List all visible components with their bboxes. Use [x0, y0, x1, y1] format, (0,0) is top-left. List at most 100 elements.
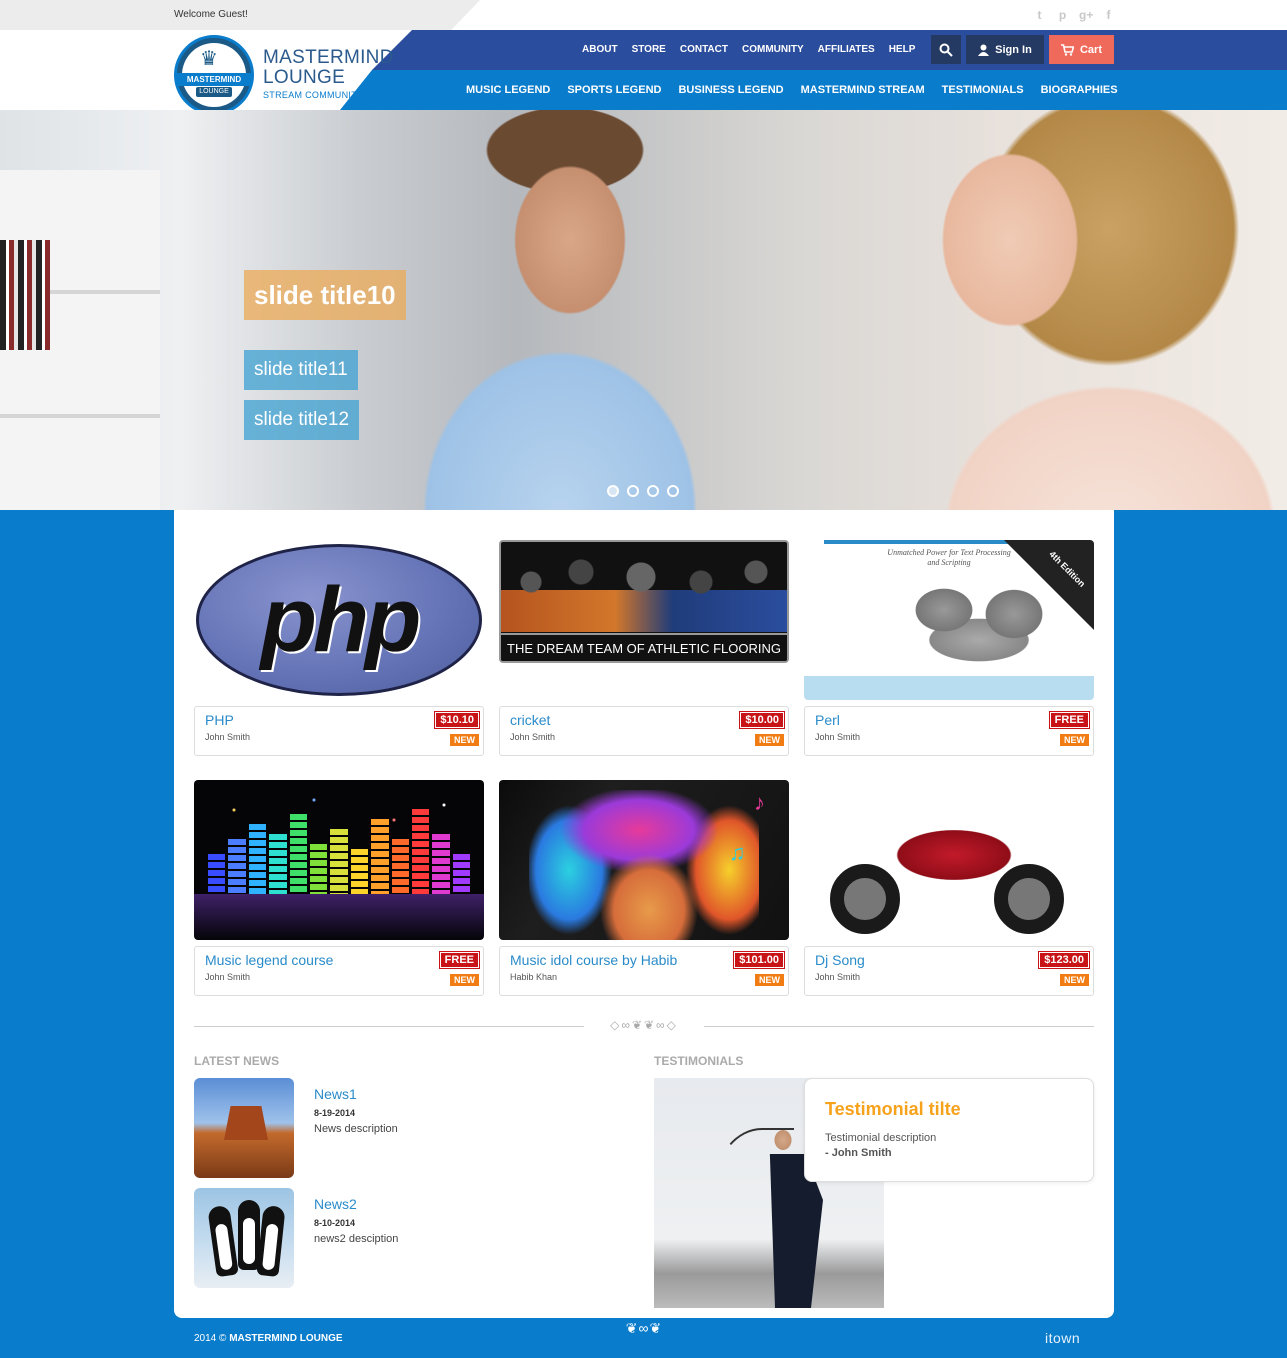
hero-man: [380, 110, 740, 510]
search-button[interactable]: [931, 35, 961, 64]
nav-mastermind-stream[interactable]: MASTERMIND STREAM: [801, 84, 925, 96]
slider-dots: [607, 485, 679, 497]
nav-about[interactable]: ABOUT: [582, 44, 618, 55]
product-author: John Smith: [815, 732, 861, 742]
book-subtitle: Unmatched Power for Text Processing and …: [887, 548, 1011, 567]
nav-community[interactable]: COMMUNITY: [742, 44, 804, 55]
news-date: 8-10-2014: [314, 1218, 356, 1228]
price-badge: $123.00: [1038, 951, 1090, 969]
testimonial-title[interactable]: Testimonial tilte: [825, 1099, 1073, 1120]
twitter-icon[interactable]: t: [1033, 8, 1046, 22]
signin-button[interactable]: Sign In: [966, 35, 1044, 64]
site-logo[interactable]: ♛ MASTERMIND LOUNGE: [174, 35, 254, 115]
athletes: [501, 542, 787, 637]
category-nav: MUSIC LEGEND SPORTS LEGEND BUSINESS LEGE…: [466, 84, 1135, 96]
slider-dot[interactable]: [647, 485, 659, 497]
brand-tagline: STREAM COMMUNITY: [263, 90, 364, 100]
music-note-icon: ♫: [729, 840, 746, 865]
desert-rock: [224, 1106, 268, 1140]
product-author: Habib Khan: [510, 972, 558, 982]
product-card[interactable]: Music legend course John Smith FREE NEW: [194, 780, 484, 996]
product-image[interactable]: Unmatched Power for Text Processing and …: [804, 540, 1094, 700]
product-info: PHP John Smith $10.10 NEW: [194, 706, 484, 756]
camel-illustration: [904, 580, 1054, 680]
slider-dot[interactable]: [667, 485, 679, 497]
news-description: News description: [314, 1123, 398, 1135]
product-card[interactable]: php PHP John Smith $10.10 NEW: [194, 540, 484, 756]
product-author: John Smith: [205, 732, 251, 742]
equalizer: [208, 794, 471, 894]
hero-slider[interactable]: slide title10 slide title11 slide title1…: [0, 110, 1287, 510]
product-image[interactable]: ♪ ♫: [499, 780, 789, 940]
hero-books: [0, 240, 50, 350]
news-description: news2 desciption: [314, 1233, 399, 1245]
footer-credit[interactable]: itown: [1045, 1330, 1080, 1346]
product-author: John Smith: [815, 972, 861, 982]
product-title[interactable]: Music legend course: [205, 952, 473, 968]
nav-testimonials[interactable]: TESTIMONIALS: [942, 84, 1024, 96]
pinterest-icon[interactable]: p: [1056, 8, 1069, 22]
product-image[interactable]: THE DREAM TEAM OF ATHLETIC FLOORING: [499, 540, 789, 663]
product-image[interactable]: php: [194, 540, 484, 700]
crown-icon: ♛: [200, 48, 218, 70]
nav-business-legend[interactable]: BUSINESS LEGEND: [678, 84, 783, 96]
product-card[interactable]: THE DREAM TEAM OF ATHLETIC FLOORING cric…: [499, 540, 789, 756]
penguin: [207, 1204, 239, 1278]
product-author: John Smith: [205, 972, 251, 982]
news-title[interactable]: News2: [314, 1196, 357, 1212]
nav-help[interactable]: HELP: [889, 44, 916, 55]
image-caption: THE DREAM TEAM OF ATHLETIC FLOORING: [501, 633, 787, 661]
product-title[interactable]: Perl: [815, 712, 1083, 728]
news-thumbnail[interactable]: [194, 1078, 294, 1178]
testimonial-author: - John Smith: [825, 1147, 892, 1159]
penguin: [238, 1200, 260, 1270]
footer-ornament: ❦∞❦: [625, 1320, 663, 1336]
new-badge: NEW: [1060, 974, 1089, 986]
book-bottom: [804, 676, 1094, 700]
product-card[interactable]: Dj Song John Smith $123.00 NEW: [804, 780, 1094, 996]
product-card[interactable]: Unmatched Power for Text Processing and …: [804, 540, 1094, 756]
php-logo: php: [196, 544, 482, 696]
price-badge: $10.00: [739, 711, 785, 729]
colorful-face: [529, 790, 759, 940]
facebook-icon[interactable]: f: [1102, 8, 1115, 22]
slider-dot[interactable]: [607, 485, 619, 497]
nav-biographies[interactable]: BIOGRAPHIES: [1041, 84, 1118, 96]
footer-site-name[interactable]: MASTERMIND LOUNGE: [229, 1333, 342, 1344]
search-icon: [939, 43, 953, 57]
nav-contact[interactable]: CONTACT: [680, 44, 728, 55]
price-badge: FREE: [1048, 711, 1091, 729]
news-thumbnail[interactable]: [194, 1188, 294, 1288]
google-plus-icon[interactable]: g+: [1079, 8, 1093, 22]
cart-button[interactable]: Cart: [1049, 35, 1114, 64]
product-title[interactable]: cricket: [510, 712, 778, 728]
brand-name[interactable]: MASTERMIND LOUNGE STREAM COMMUNITY: [263, 47, 394, 101]
news-item[interactable]: News1 8-19-2014 News description: [194, 1078, 614, 1178]
divider-ornament: ◇∞❦❦∞◇: [584, 1018, 704, 1034]
news-title[interactable]: News1: [314, 1086, 357, 1102]
nav-sports-legend[interactable]: SPORTS LEGEND: [567, 84, 661, 96]
footer-copyright: 2014 © MASTERMIND LOUNGE: [194, 1333, 343, 1344]
product-info: Music idol course by Habib Habib Khan $1…: [499, 946, 789, 996]
product-info: Music legend course John Smith FREE NEW: [194, 946, 484, 996]
product-image[interactable]: [194, 780, 484, 940]
cart-icon: [1060, 43, 1074, 56]
product-card[interactable]: ♪ ♫ Music idol course by Habib Habib Kha…: [499, 780, 789, 996]
nav-store[interactable]: STORE: [632, 44, 666, 55]
price-badge: $10.10: [434, 711, 480, 729]
social-links: t p g+ f: [1033, 8, 1115, 22]
welcome-text: Welcome Guest!: [174, 9, 248, 20]
hero-woman: [890, 110, 1287, 510]
new-badge: NEW: [450, 734, 479, 746]
brand-line1: MASTERMIND: [263, 47, 394, 68]
product-image[interactable]: [804, 780, 1094, 940]
user-icon: [978, 44, 990, 56]
product-title[interactable]: PHP: [205, 712, 473, 728]
news-item[interactable]: News2 8-10-2014 news2 desciption: [194, 1188, 614, 1288]
slide-title-1: slide title10: [244, 270, 406, 320]
nav-affiliates[interactable]: AFFILIATES: [818, 44, 875, 55]
slider-dot[interactable]: [627, 485, 639, 497]
nav-music-legend[interactable]: MUSIC LEGEND: [466, 84, 550, 96]
product-info: cricket John Smith $10.00 NEW: [499, 706, 789, 756]
php-logo-text: php: [260, 568, 422, 671]
